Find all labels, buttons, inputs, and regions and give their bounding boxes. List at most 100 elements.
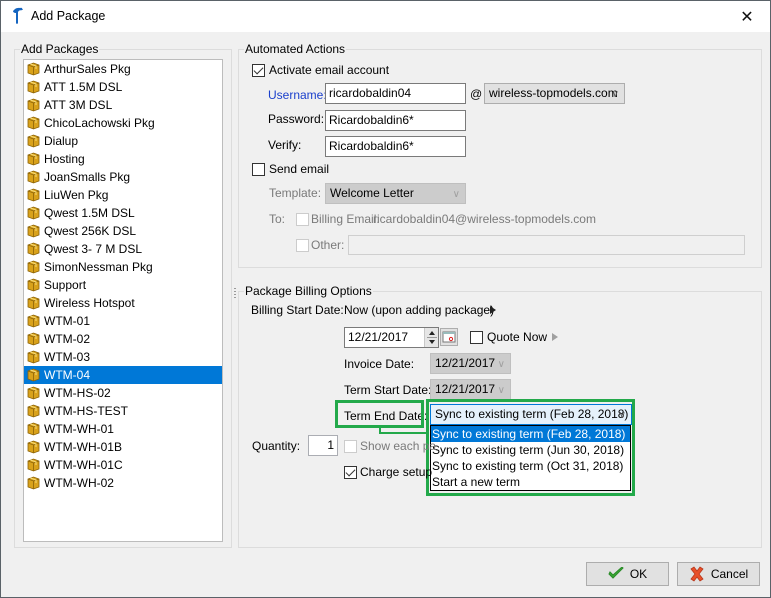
- template-select[interactable]: Welcome Letter ∨: [325, 183, 466, 204]
- automated-actions-legend: Automated Actions: [244, 42, 347, 56]
- term-start-value: 12/21/2017: [435, 382, 496, 396]
- package-icon: [27, 386, 40, 400]
- package-list-item[interactable]: Dialup: [24, 132, 222, 150]
- quantity-label: Quantity:: [252, 439, 301, 453]
- at-symbol: @: [470, 87, 483, 101]
- package-label: Qwest 256K DSL: [44, 224, 137, 238]
- charge-setup-checkbox[interactable]: [344, 466, 357, 479]
- packages-listbox[interactable]: ArthurSales Pkg ATT 1.5M DSL ATT 3M DSL Chi…: [23, 59, 223, 542]
- package-list-item[interactable]: Wireless Hotspot: [24, 294, 222, 312]
- billing-options-legend: Package Billing Options: [244, 284, 373, 298]
- package-list-item[interactable]: WTM-WH-01: [24, 420, 222, 438]
- template-label: Template:: [269, 186, 322, 200]
- package-label: JoanSmalls Pkg: [44, 170, 131, 184]
- package-list-item[interactable]: ATT 3M DSL: [24, 96, 222, 114]
- spin-arrows-icon: [427, 331, 437, 344]
- package-list-item[interactable]: WTM-01: [24, 312, 222, 330]
- package-icon: [27, 314, 40, 328]
- package-list-item[interactable]: JoanSmalls Pkg: [24, 168, 222, 186]
- other-label: Other:: [311, 238, 345, 252]
- cancel-button[interactable]: Cancel: [677, 562, 760, 586]
- package-icon: [27, 134, 40, 148]
- start-date-value: 12/21/2017: [348, 330, 409, 344]
- package-list-item[interactable]: WTM-HS-TEST: [24, 402, 222, 420]
- calendar-button[interactable]: [440, 328, 458, 346]
- verify-label: Verify:: [268, 138, 302, 152]
- verify-input[interactable]: Ricardobaldin6*: [325, 136, 466, 157]
- close-button[interactable]: ✕: [724, 1, 770, 32]
- package-list-item[interactable]: SimonNessman Pkg: [24, 258, 222, 276]
- package-label: WTM-WH-01C: [44, 458, 123, 472]
- package-label: WTM-04: [44, 368, 90, 382]
- package-icon: [27, 476, 40, 490]
- package-label: ArthurSales Pkg: [44, 62, 131, 76]
- date-spinner[interactable]: [424, 328, 438, 347]
- window-title: Add Package: [31, 9, 106, 23]
- package-list-item[interactable]: ArthurSales Pkg: [24, 60, 222, 78]
- chevron-down-icon: ∨: [611, 89, 619, 100]
- username-label: Username:: [268, 88, 327, 102]
- package-icon: [27, 440, 40, 454]
- quantity-input[interactable]: 1: [308, 435, 338, 456]
- splitter-grip[interactable]: [234, 288, 236, 298]
- package-list-item[interactable]: WTM-04: [24, 366, 222, 384]
- package-list-item[interactable]: Support: [24, 276, 222, 294]
- package-label: WTM-03: [44, 350, 90, 364]
- invoice-date-value: 12/21/2017: [435, 356, 496, 370]
- send-email-checkbox[interactable]: [252, 163, 265, 176]
- add-package-dialog: Add Package ✕ Add Packages ArthurSales P…: [0, 0, 771, 598]
- package-list-item[interactable]: WTM-HS-02: [24, 384, 222, 402]
- checkmark-icon: [608, 567, 624, 579]
- show-each-checkbox[interactable]: [344, 440, 357, 453]
- chevron-down-icon: ∨: [452, 189, 460, 200]
- chevron-down-icon: ∨: [497, 359, 505, 370]
- package-icon: [27, 278, 40, 292]
- package-list-item[interactable]: ATT 1.5M DSL: [24, 78, 222, 96]
- package-list-item[interactable]: Hosting: [24, 150, 222, 168]
- annotation-connector: [379, 432, 427, 434]
- package-list-item[interactable]: Qwest 1.5M DSL: [24, 204, 222, 222]
- quote-now-label: Quote Now: [487, 330, 548, 344]
- ok-label: OK: [629, 567, 648, 581]
- package-list-item[interactable]: WTM-WH-01B: [24, 438, 222, 456]
- close-icon: ✕: [740, 8, 754, 26]
- package-icon: [27, 332, 40, 346]
- package-list-item[interactable]: ChicoLachowski Pkg: [24, 114, 222, 132]
- billing-email-checkbox[interactable]: [296, 213, 309, 226]
- activate-email-label: Activate email account: [269, 63, 390, 77]
- other-checkbox[interactable]: [296, 239, 309, 252]
- invoice-date-select[interactable]: 12/21/2017 ∨: [430, 353, 511, 374]
- billing-start-value[interactable]: Now (upon adding package): [344, 303, 494, 317]
- package-label: WTM-WH-01: [44, 422, 114, 436]
- cancel-label: Cancel: [710, 567, 749, 581]
- package-icon: [27, 98, 40, 112]
- send-email-label: Send email: [269, 162, 330, 176]
- package-list-item[interactable]: WTM-03: [24, 348, 222, 366]
- package-icon: [27, 170, 40, 184]
- package-label: WTM-02: [44, 332, 90, 346]
- package-list-item[interactable]: WTM-WH-02: [24, 474, 222, 492]
- package-icon: [27, 350, 40, 364]
- package-label: Wireless Hotspot: [44, 296, 135, 310]
- package-icon: [27, 242, 40, 256]
- billing-start-arrow-icon[interactable]: [490, 306, 496, 314]
- package-list-item[interactable]: LiuWen Pkg: [24, 186, 222, 204]
- package-label: SimonNessman Pkg: [44, 260, 153, 274]
- package-list-item[interactable]: WTM-WH-01C: [24, 456, 222, 474]
- ok-button[interactable]: OK: [586, 562, 669, 586]
- package-list-item[interactable]: WTM-02: [24, 330, 222, 348]
- username-input[interactable]: ricardobaldin04: [325, 83, 466, 104]
- package-icon: [27, 62, 40, 76]
- package-list-item[interactable]: Qwest 256K DSL: [24, 222, 222, 240]
- package-label: Hosting: [44, 152, 85, 166]
- package-list-item[interactable]: Qwest 3- 7 M DSL: [24, 240, 222, 258]
- quote-now-checkbox[interactable]: [470, 331, 483, 344]
- invoice-date-label: Invoice Date:: [344, 357, 415, 371]
- package-label: ChicoLachowski Pkg: [44, 116, 155, 130]
- other-email-input[interactable]: [348, 235, 745, 255]
- package-icon: [27, 368, 40, 382]
- term-start-select[interactable]: 12/21/2017 ∨: [430, 379, 511, 400]
- password-input[interactable]: Ricardobaldin6*: [325, 110, 466, 131]
- activate-email-checkbox[interactable]: [252, 64, 265, 77]
- domain-select[interactable]: wireless-topmodels.com ∨: [484, 83, 625, 104]
